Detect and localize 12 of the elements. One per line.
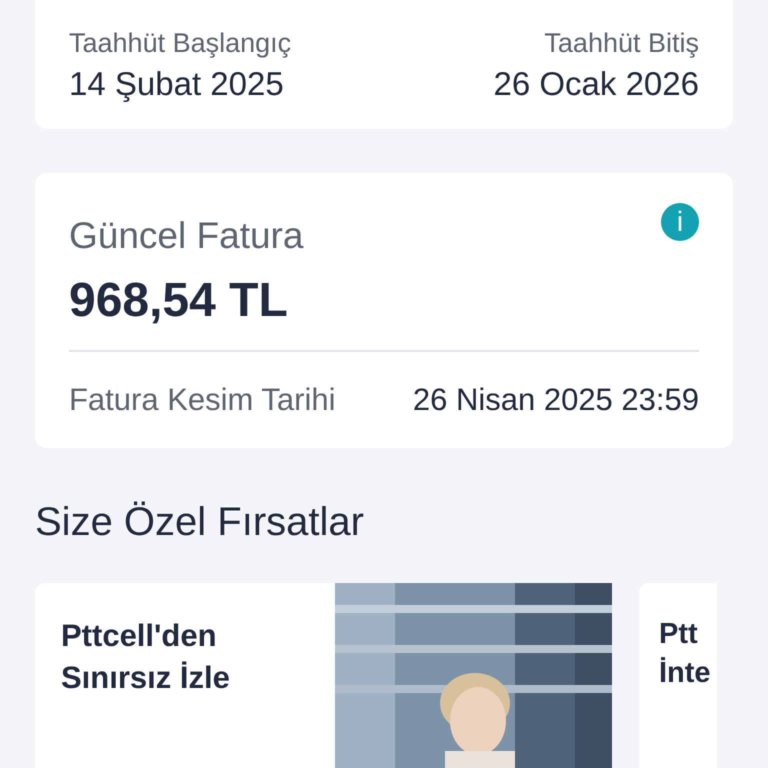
end-label: Taahhüt Bitiş [544, 28, 699, 59]
start-date: 14 Şubat 2025 [69, 65, 285, 103]
end-date: 26 Ocak 2026 [494, 65, 699, 103]
bill-title: Güncel Fatura [69, 215, 304, 257]
start-label: Taahhüt Başlangıç [69, 28, 292, 59]
bill-amount: 968,54 TL [69, 273, 699, 352]
due-date: 26 Nisan 2025 23:59 [412, 382, 699, 418]
offer-title: Pttcell'den Sınırsız İzle [60, 617, 231, 697]
due-date-label: Fatura Kesim Tarihi [69, 382, 336, 418]
section-title: Size Özel Fırsatlar [35, 500, 365, 545]
offer-card[interactable]: Pttcell'den Sınırsız İzle [35, 583, 612, 768]
offer-title: Ptt İnte [658, 617, 711, 692]
